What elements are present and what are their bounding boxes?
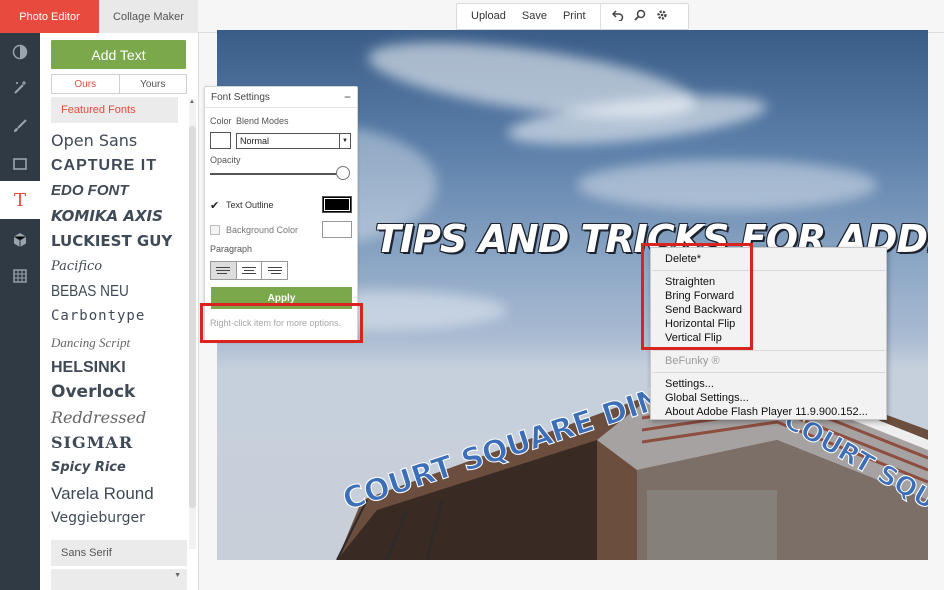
main-toolbar: Upload Save Print bbox=[456, 3, 689, 30]
sans-serif-header[interactable]: Sans Serif bbox=[51, 540, 187, 566]
menu-item-settings[interactable]: Settings... bbox=[665, 378, 714, 390]
tab-ours[interactable]: Ours bbox=[52, 75, 120, 93]
annotation-box-hint bbox=[200, 303, 363, 343]
font-item-edo[interactable]: EDO FONT bbox=[51, 178, 186, 203]
texture-icon[interactable] bbox=[0, 257, 40, 295]
text-outline-checkbox[interactable]: ✔ bbox=[210, 199, 219, 212]
font-item-komika-axis[interactable]: KOMIKA AXIS bbox=[51, 204, 186, 229]
font-list-scrollbar[interactable]: ▲ bbox=[189, 99, 196, 549]
gear-icon[interactable] bbox=[651, 9, 673, 24]
text-color-swatch[interactable] bbox=[210, 132, 231, 149]
background-color-label: Background Color bbox=[226, 225, 299, 235]
font-settings-header[interactable]: Font Settings − bbox=[205, 87, 357, 108]
tab-yours[interactable]: Yours bbox=[120, 75, 187, 93]
font-item-bebas-neue[interactable]: BEBAS NEU bbox=[51, 279, 166, 304]
paragraph-alignment bbox=[210, 261, 288, 280]
font-item-dancing-script[interactable]: Dancing Script bbox=[51, 330, 186, 355]
font-item-helsinki[interactable]: HELSINKI bbox=[51, 355, 186, 380]
blend-modes-label: Blend Modes bbox=[236, 116, 289, 126]
frame-icon[interactable] bbox=[0, 145, 40, 183]
background-color-swatch[interactable] bbox=[322, 221, 352, 238]
scroll-up-icon[interactable]: ▲ bbox=[189, 99, 195, 105]
undo-icon[interactable] bbox=[607, 9, 629, 24]
scrollbar-thumb[interactable] bbox=[189, 126, 196, 508]
opacity-label: Opacity bbox=[210, 155, 241, 165]
annotation-box-menu bbox=[641, 243, 753, 350]
align-left-icon[interactable] bbox=[211, 262, 237, 279]
font-panel: Add Text Ours Yours Featured Fonts Open … bbox=[40, 33, 199, 590]
blend-mode-value: Normal bbox=[240, 136, 270, 146]
text-outline-label: Text Outline bbox=[226, 200, 274, 210]
font-item-reddressed[interactable]: Reddressed bbox=[51, 405, 186, 430]
save-button[interactable]: Save bbox=[514, 3, 555, 30]
menu-item-befunky: BeFunky ® bbox=[665, 355, 720, 367]
align-right-icon[interactable] bbox=[262, 262, 287, 279]
font-list: Open Sans CAPTURE IT EDO FONT KOMIKA AXI… bbox=[51, 128, 186, 531]
font-item-carbontype[interactable]: Carbontype bbox=[51, 304, 186, 329]
top-bar: Photo Editor Collage Maker Upload Save P… bbox=[0, 0, 944, 39]
featured-fonts-header[interactable]: Featured Fonts bbox=[51, 97, 178, 123]
font-item-varela-round[interactable]: Varela Round bbox=[51, 481, 186, 506]
text-outline-color-swatch[interactable] bbox=[322, 196, 352, 213]
next-category-header[interactable]: ▼ bbox=[51, 569, 187, 590]
scroll-down-icon[interactable]: ▼ bbox=[174, 572, 181, 579]
tab-collage-maker[interactable]: Collage Maker bbox=[99, 0, 198, 33]
font-item-spicy-rice[interactable]: Spicy Rice bbox=[51, 455, 186, 480]
font-item-capture-it[interactable]: CAPTURE IT bbox=[51, 153, 186, 178]
menu-separator bbox=[652, 372, 885, 373]
print-button[interactable]: Print bbox=[555, 3, 594, 30]
background-color-checkbox[interactable] bbox=[210, 225, 220, 235]
font-item-veggieburger[interactable]: Veggieburger bbox=[51, 506, 186, 531]
magic-wand-icon[interactable] bbox=[0, 69, 40, 107]
menu-item-about-flash[interactable]: About Adobe Flash Player 11.9.900.152... bbox=[665, 406, 868, 418]
opacity-slider-track[interactable] bbox=[210, 173, 344, 175]
align-center-icon[interactable] bbox=[237, 262, 263, 279]
text-icon[interactable]: T bbox=[0, 181, 40, 219]
menu-item-global-settings[interactable]: Global Settings... bbox=[665, 392, 749, 404]
menu-separator bbox=[652, 350, 885, 351]
brush-icon[interactable] bbox=[0, 107, 40, 145]
add-text-button[interactable]: Add Text bbox=[51, 40, 186, 69]
opacity-slider-handle[interactable] bbox=[336, 166, 350, 180]
minimize-icon[interactable]: − bbox=[344, 90, 351, 104]
font-source-tabs: Ours Yours bbox=[51, 74, 187, 94]
font-item-overlock[interactable]: Overlock bbox=[51, 380, 186, 405]
font-item-pacifico[interactable]: Pacifico bbox=[51, 254, 186, 279]
cube-icon[interactable] bbox=[0, 221, 40, 259]
adjust-icon[interactable] bbox=[0, 33, 40, 71]
font-item-sigmar[interactable]: SIGMAR bbox=[51, 430, 186, 455]
zoom-icon[interactable] bbox=[629, 9, 651, 24]
tool-rail: T bbox=[0, 33, 40, 590]
font-settings-title: Font Settings bbox=[211, 91, 270, 103]
color-label: Color bbox=[210, 116, 232, 126]
upload-button[interactable]: Upload bbox=[457, 3, 514, 30]
blend-mode-select[interactable]: Normal ▼ bbox=[236, 133, 351, 149]
font-item-open-sans[interactable]: Open Sans bbox=[51, 128, 186, 153]
toolbar-divider bbox=[599, 3, 601, 30]
paragraph-label: Paragraph bbox=[210, 244, 253, 254]
tab-photo-editor[interactable]: Photo Editor bbox=[0, 0, 99, 39]
chevron-down-icon: ▼ bbox=[339, 134, 350, 148]
photo-editor-app: Photo Editor Collage Maker Upload Save P… bbox=[0, 0, 944, 590]
font-item-luckiest-guy[interactable]: LUCKIEST GUY bbox=[51, 229, 186, 254]
